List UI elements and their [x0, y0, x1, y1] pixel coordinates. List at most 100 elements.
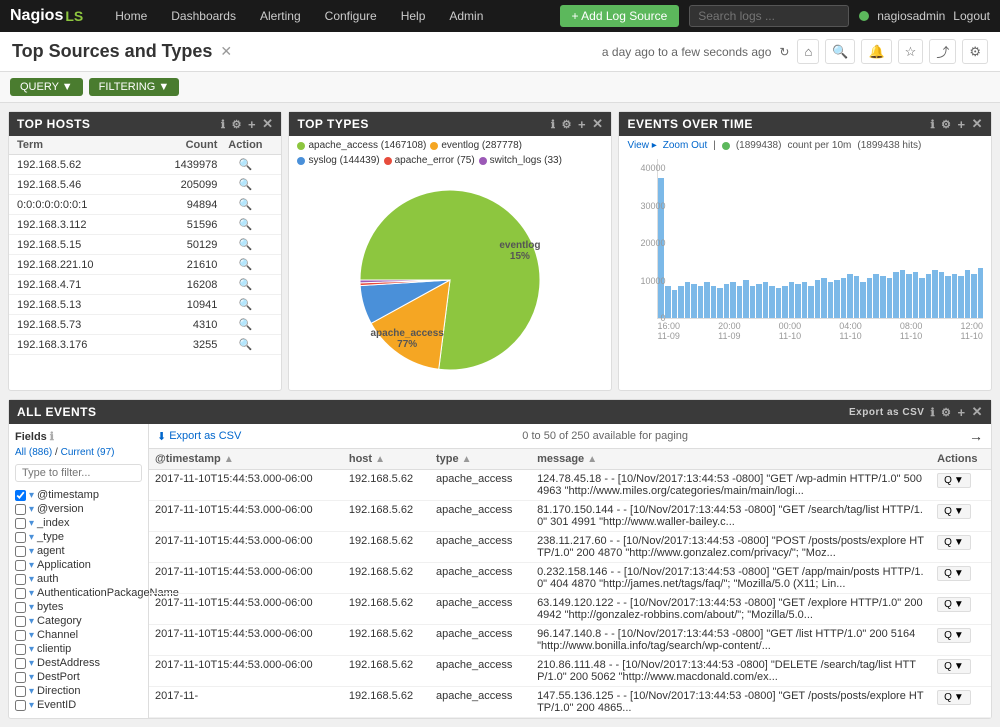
host-action[interactable]: 🔍 — [217, 218, 273, 231]
bar[interactable] — [932, 270, 938, 318]
home-icon-btn[interactable]: ⌂ — [797, 39, 819, 64]
host-action[interactable]: 🔍 — [217, 238, 273, 251]
field-checkbox[interactable] — [15, 700, 26, 711]
list-item[interactable]: ▾ Channel — [15, 628, 142, 642]
search-host-icon[interactable]: 🔍 — [239, 179, 253, 191]
field-checkbox[interactable] — [15, 588, 26, 599]
bar[interactable] — [971, 274, 977, 318]
nav-configure[interactable]: Configure — [313, 0, 389, 32]
nav-dashboards[interactable]: Dashboards — [159, 0, 248, 32]
all-events-close-icon[interactable]: ✕ — [972, 404, 983, 420]
field-checkbox[interactable] — [15, 672, 26, 683]
search-host-icon[interactable]: 🔍 — [239, 259, 253, 271]
bar[interactable] — [873, 274, 879, 318]
nav-home[interactable]: Home — [103, 0, 159, 32]
search-host-icon[interactable]: 🔍 — [239, 219, 253, 231]
query-button[interactable]: QUERY ▼ — [10, 78, 83, 96]
field-checkbox[interactable] — [15, 546, 26, 557]
nav-logout-button[interactable]: Logout — [953, 9, 990, 23]
field-checkbox[interactable] — [15, 490, 26, 501]
bar[interactable] — [828, 282, 834, 318]
zoom-out-link[interactable]: Zoom Out — [663, 140, 707, 151]
bar[interactable] — [776, 288, 782, 318]
event-action-button[interactable]: Q ▼ — [937, 566, 971, 581]
search-host-icon[interactable]: 🔍 — [239, 279, 253, 291]
host-action[interactable]: 🔍 — [217, 158, 273, 171]
field-checkbox[interactable] — [15, 532, 26, 543]
list-item[interactable]: ▾ @timestamp — [15, 488, 142, 502]
bar[interactable] — [867, 278, 873, 318]
next-page-arrow[interactable]: → — [969, 428, 983, 444]
list-item[interactable]: ▾ auth — [15, 572, 142, 586]
field-checkbox[interactable] — [15, 504, 26, 515]
bar[interactable] — [769, 286, 775, 318]
search-host-icon[interactable]: 🔍 — [239, 239, 253, 251]
host-action[interactable]: 🔍 — [217, 198, 273, 211]
top-hosts-info-icon[interactable]: ℹ — [221, 118, 226, 131]
list-item[interactable]: ▾ Direction — [15, 684, 142, 698]
list-item[interactable]: ▾ AuthenticationPackageName — [15, 586, 142, 600]
bar[interactable] — [704, 282, 710, 318]
all-events-info-icon[interactable]: ℹ — [930, 406, 935, 419]
top-types-close-icon[interactable]: ✕ — [592, 116, 603, 132]
nav-alerting[interactable]: Alerting — [248, 0, 313, 32]
all-events-gear-icon[interactable]: ⚙ — [941, 406, 951, 419]
close-page-button[interactable]: ✕ — [220, 43, 232, 60]
bar[interactable] — [854, 276, 860, 318]
share-icon-btn[interactable]: ⤴ — [929, 39, 956, 64]
list-item[interactable]: ▾ clientip — [15, 642, 142, 656]
event-action-button[interactable]: Q ▼ — [937, 504, 971, 519]
bar[interactable] — [717, 288, 723, 318]
bar[interactable] — [926, 274, 932, 318]
bar[interactable] — [834, 280, 840, 318]
all-events-export-icon[interactable]: Export as CSV — [849, 407, 924, 418]
bar[interactable] — [821, 278, 827, 318]
list-item[interactable]: ▾ EventID — [15, 698, 142, 712]
top-types-gear-icon[interactable]: ⚙ — [562, 118, 572, 131]
event-action-button[interactable]: Q ▼ — [937, 659, 971, 674]
bar[interactable] — [808, 286, 814, 318]
list-item[interactable]: ▾ bytes — [15, 600, 142, 614]
list-item[interactable]: ▾ Application — [15, 558, 142, 572]
field-checkbox[interactable] — [15, 630, 26, 641]
field-checkbox[interactable] — [15, 602, 26, 613]
bar[interactable] — [750, 286, 756, 318]
col-host-header[interactable]: host ▲ — [343, 449, 430, 470]
bell-icon-btn[interactable]: 🔔 — [861, 39, 891, 64]
bar[interactable] — [887, 278, 893, 318]
events-info-icon[interactable]: ℹ — [930, 118, 935, 131]
event-action-button[interactable]: Q ▼ — [937, 690, 971, 705]
col-timestamp-header[interactable]: @timestamp ▲ — [149, 449, 343, 470]
bar[interactable] — [815, 280, 821, 318]
fields-current-link[interactable]: Current (97) — [61, 447, 115, 458]
bar[interactable] — [860, 282, 866, 318]
bar[interactable] — [763, 282, 769, 318]
field-checkbox[interactable] — [15, 518, 26, 529]
export-csv-link[interactable]: ⬇ Export as CSV — [157, 430, 241, 443]
bar[interactable] — [958, 276, 964, 318]
bar[interactable] — [730, 282, 736, 318]
bar[interactable] — [802, 282, 808, 318]
top-hosts-gear-icon[interactable]: ⚙ — [232, 118, 242, 131]
fields-all-link[interactable]: All (886) — [15, 447, 52, 458]
top-hosts-plus-icon[interactable]: + — [248, 117, 256, 132]
bar[interactable] — [945, 276, 951, 318]
event-action-button[interactable]: Q ▼ — [937, 628, 971, 643]
bar[interactable] — [789, 282, 795, 318]
search-input[interactable] — [689, 5, 849, 27]
list-item[interactable]: ▾ Category — [15, 614, 142, 628]
event-action-button[interactable]: Q ▼ — [937, 597, 971, 612]
bar[interactable] — [711, 286, 717, 318]
bar[interactable] — [678, 286, 684, 318]
field-checkbox[interactable] — [15, 658, 26, 669]
bar[interactable] — [672, 290, 678, 318]
event-action-button[interactable]: Q ▼ — [937, 535, 971, 550]
list-item[interactable]: ▾ @version — [15, 502, 142, 516]
bar[interactable] — [756, 284, 762, 318]
search-host-icon[interactable]: 🔍 — [239, 299, 253, 311]
bar[interactable] — [782, 286, 788, 318]
bar[interactable] — [900, 270, 906, 318]
nav-admin[interactable]: Admin — [437, 0, 495, 32]
list-item[interactable]: ▾ DestPort — [15, 670, 142, 684]
search-host-icon[interactable]: 🔍 — [239, 319, 253, 331]
